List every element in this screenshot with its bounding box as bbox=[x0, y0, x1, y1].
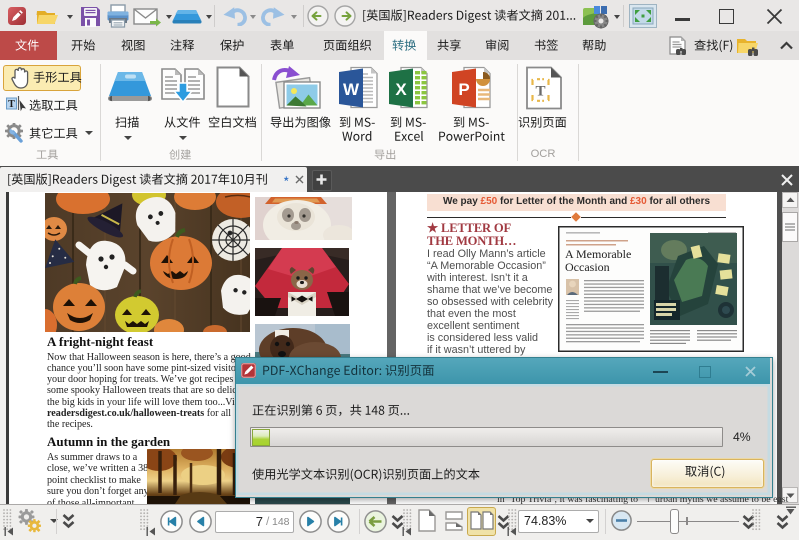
svg-text:T: T bbox=[535, 84, 545, 100]
svg-text:T: T bbox=[8, 99, 15, 110]
svg-text:A Memorable: A Memorable bbox=[565, 247, 631, 261]
svg-text:Occasion: Occasion bbox=[565, 260, 610, 274]
svg-text:W: W bbox=[343, 80, 360, 99]
svg-text:P: P bbox=[458, 80, 469, 99]
svg-text:X: X bbox=[395, 80, 407, 99]
